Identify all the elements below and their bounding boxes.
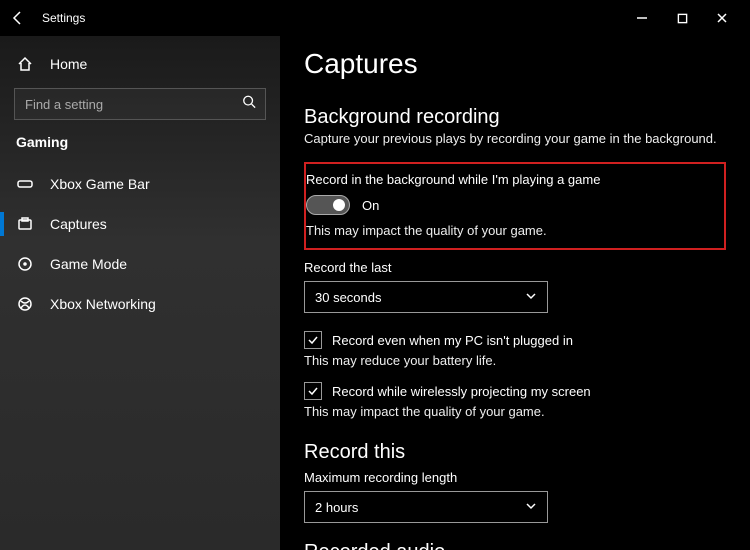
window-title: Settings — [42, 11, 85, 25]
section-recorded-audio: Recorded audio — [304, 541, 726, 550]
record-bg-label: Record in the background while I'm playi… — [306, 172, 714, 187]
titlebar: Settings — [0, 0, 750, 36]
record-bg-toggle[interactable] — [306, 195, 350, 215]
max-length-label: Maximum recording length — [304, 470, 726, 485]
sidebar: Home Gaming Xbox Game Bar Captures Game … — [0, 36, 280, 550]
close-button[interactable] — [702, 0, 742, 36]
section-record-this: Record this — [304, 441, 726, 464]
record-last-select[interactable]: 30 seconds — [304, 281, 548, 313]
section-background-recording: Background recording — [304, 106, 726, 129]
toggle-state: On — [362, 198, 379, 213]
home-icon — [16, 55, 34, 73]
minimize-button[interactable] — [622, 0, 662, 36]
search-icon — [242, 95, 256, 114]
page-title: Captures — [304, 48, 726, 80]
sidebar-item-game-mode[interactable]: Game Mode — [0, 244, 280, 284]
back-button[interactable] — [8, 8, 28, 28]
max-length-select[interactable]: 2 hours — [304, 491, 548, 523]
select-value: 30 seconds — [315, 290, 382, 305]
chevron-down-icon — [525, 290, 537, 305]
sidebar-item-xbox-game-bar[interactable]: Xbox Game Bar — [0, 164, 280, 204]
sidebar-item-captures[interactable]: Captures — [0, 204, 280, 244]
sidebar-item-label: Game Mode — [50, 256, 127, 272]
record-unplugged-checkbox[interactable] — [304, 331, 322, 349]
game-mode-icon — [16, 255, 34, 273]
check-note: This may impact the quality of your game… — [304, 404, 726, 419]
search-input[interactable] — [14, 88, 266, 120]
check-label: Record while wirelessly projecting my sc… — [332, 384, 591, 399]
chevron-down-icon — [525, 500, 537, 515]
record-wireless-checkbox[interactable] — [304, 382, 322, 400]
sidebar-home-label: Home — [50, 56, 87, 72]
record-bg-note: This may impact the quality of your game… — [306, 223, 714, 238]
sidebar-item-label: Xbox Networking — [50, 296, 156, 312]
sidebar-item-label: Xbox Game Bar — [50, 176, 150, 192]
captures-icon — [16, 215, 34, 233]
record-last-label: Record the last — [304, 260, 726, 275]
highlighted-setting: Record in the background while I'm playi… — [304, 162, 726, 250]
check-note: This may reduce your battery life. — [304, 353, 726, 368]
content: Captures Background recording Capture yo… — [280, 36, 750, 550]
sidebar-item-label: Captures — [50, 216, 107, 232]
sidebar-category: Gaming — [0, 134, 280, 164]
sidebar-home[interactable]: Home — [0, 44, 280, 84]
section-sub: Capture your previous plays by recording… — [304, 131, 726, 146]
game-bar-icon — [16, 175, 34, 193]
select-value: 2 hours — [315, 500, 358, 515]
maximize-button[interactable] — [662, 0, 702, 36]
sidebar-item-xbox-networking[interactable]: Xbox Networking — [0, 284, 280, 324]
check-label: Record even when my PC isn't plugged in — [332, 333, 573, 348]
xbox-icon — [16, 295, 34, 313]
